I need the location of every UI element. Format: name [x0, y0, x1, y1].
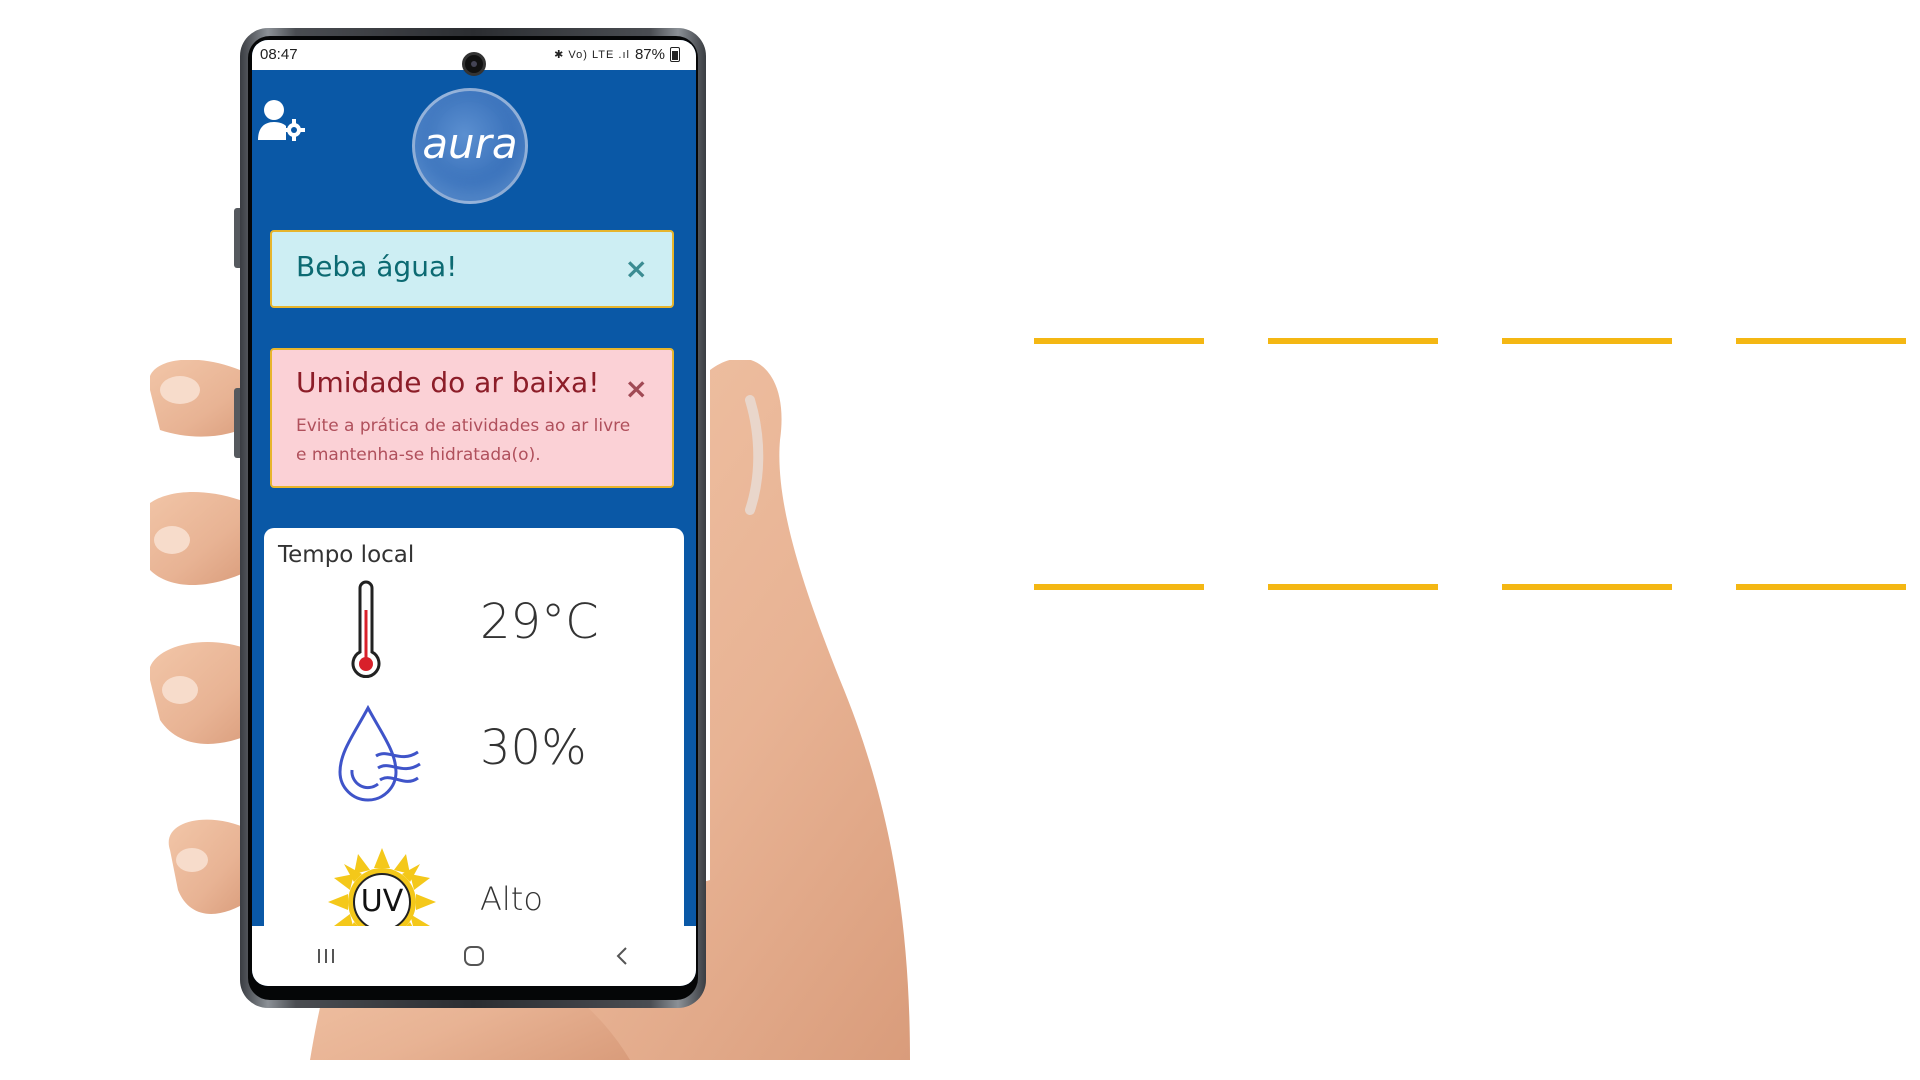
- back-icon: [616, 947, 627, 965]
- battery-icon: [670, 47, 680, 62]
- decorative-dash: [1502, 584, 1672, 590]
- signal-icon: ✱ Vo) LTE .ıl: [554, 49, 630, 61]
- close-icon[interactable]: ×: [625, 252, 648, 285]
- close-icon[interactable]: ×: [625, 372, 648, 405]
- decorative-dash: [1268, 338, 1438, 344]
- battery-percent: 87%: [634, 46, 665, 63]
- volume-button: [234, 208, 240, 268]
- decorative-dash: [1268, 584, 1438, 590]
- local-weather-card: Tempo local 29°C 30% UV Alto: [264, 528, 684, 958]
- card-title: Tempo local: [278, 542, 415, 568]
- humidity-alert: Umidade do ar baixa! × Evite a prática d…: [270, 348, 674, 488]
- humidity-value: 30%: [480, 720, 587, 776]
- alert-title: Beba água!: [296, 250, 458, 283]
- decorative-dash: [1736, 338, 1906, 344]
- app-logo: aura: [412, 88, 528, 204]
- recent-apps-button[interactable]: [296, 936, 356, 976]
- temperature-value: 29°C: [480, 594, 599, 650]
- alert-message: Evite a prática de atividades ao ar livr…: [296, 416, 631, 465]
- thermometer-icon: [351, 580, 381, 679]
- hydration-alert: Beba água! ×: [270, 230, 674, 308]
- status-time: 08:47: [260, 46, 298, 63]
- user-settings-icon[interactable]: [256, 98, 308, 144]
- decorative-dash: [1034, 338, 1204, 344]
- power-button: [234, 388, 240, 458]
- uv-label: UV: [360, 884, 404, 919]
- home-icon: [464, 946, 484, 966]
- water-drop-icon: [338, 704, 421, 802]
- alert-title: Umidade do ar baixa!: [296, 366, 600, 399]
- status-indicators: ✱ Vo) LTE .ıl 87%: [554, 46, 680, 63]
- android-nav-bar: [252, 926, 696, 986]
- phone-screen: 08:47 ✱ Vo) LTE .ıl 87% aura Beba água! …: [252, 40, 696, 986]
- home-button[interactable]: [444, 936, 504, 976]
- decorative-dash: [1034, 584, 1204, 590]
- back-button[interactable]: [592, 936, 652, 976]
- logo-text: aura: [422, 119, 518, 168]
- recent-apps-icon: [318, 949, 334, 963]
- decorative-dash: [1502, 338, 1672, 344]
- front-camera: [462, 52, 486, 76]
- uv-level: Alto: [480, 880, 543, 918]
- decorative-dash: [1736, 584, 1906, 590]
